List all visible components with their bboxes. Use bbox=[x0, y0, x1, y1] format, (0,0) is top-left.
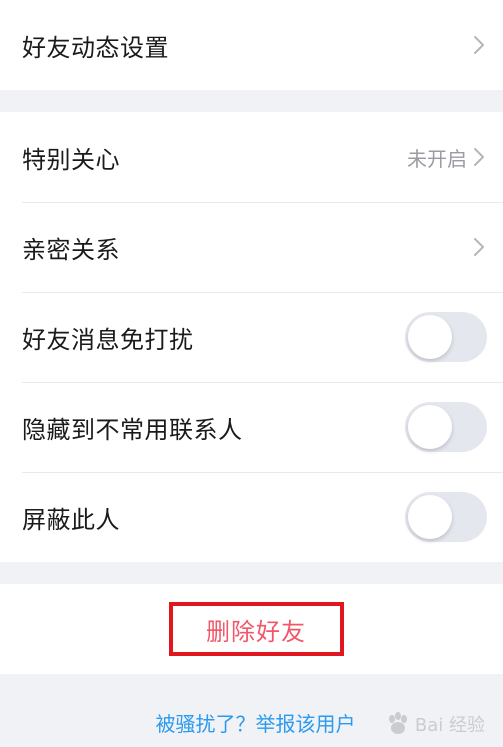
toggle-knob bbox=[408, 315, 452, 359]
special-care-label: 特别关心 bbox=[22, 145, 120, 174]
intimacy-label: 亲密关系 bbox=[22, 235, 120, 264]
paw-icon bbox=[388, 712, 407, 734]
chevron-right-icon bbox=[474, 36, 484, 54]
toggle-knob bbox=[408, 405, 452, 449]
intimacy-row[interactable]: 亲密关系 bbox=[0, 202, 503, 292]
settings-screen: 好友动态设置 特别关心 未开启 亲密关系 好友消息免打扰 隐藏到不常用联系人 屏… bbox=[0, 0, 503, 736]
hide-contact-label: 隐藏到不常用联系人 bbox=[22, 415, 243, 444]
delete-friend-button[interactable]: 删除好友 bbox=[206, 612, 306, 647]
delete-friend-section: 删除好友 bbox=[0, 584, 503, 674]
mute-messages-label: 好友消息免打扰 bbox=[22, 325, 194, 354]
hide-contact-row: 隐藏到不常用联系人 bbox=[0, 382, 503, 472]
mute-messages-toggle[interactable] bbox=[405, 312, 487, 362]
chevron-right-icon bbox=[474, 148, 484, 166]
block-user-row: 屏蔽此人 bbox=[0, 472, 503, 562]
special-care-row[interactable]: 特别关心 未开启 bbox=[0, 112, 503, 202]
friend-feed-settings-row[interactable]: 好友动态设置 bbox=[0, 0, 503, 90]
settings-group-top: 好友动态设置 bbox=[0, 0, 503, 90]
block-user-toggle[interactable] bbox=[405, 492, 487, 542]
mute-messages-row: 好友消息免打扰 bbox=[0, 292, 503, 382]
baidu-watermark: Bai 经验 bbox=[385, 711, 485, 737]
delete-friend-highlight: 删除好友 bbox=[168, 602, 344, 656]
friend-feed-settings-label: 好友动态设置 bbox=[22, 33, 169, 62]
toggle-knob bbox=[408, 495, 452, 539]
hide-contact-toggle[interactable] bbox=[405, 402, 487, 452]
watermark-text: Bai 经验 bbox=[414, 715, 485, 736]
block-user-label: 屏蔽此人 bbox=[22, 505, 120, 534]
chevron-right-icon bbox=[474, 238, 484, 256]
settings-group-main: 特别关心 未开启 亲密关系 好友消息免打扰 隐藏到不常用联系人 屏蔽此人 bbox=[0, 112, 503, 562]
special-care-status: 未开启 bbox=[407, 146, 467, 171]
